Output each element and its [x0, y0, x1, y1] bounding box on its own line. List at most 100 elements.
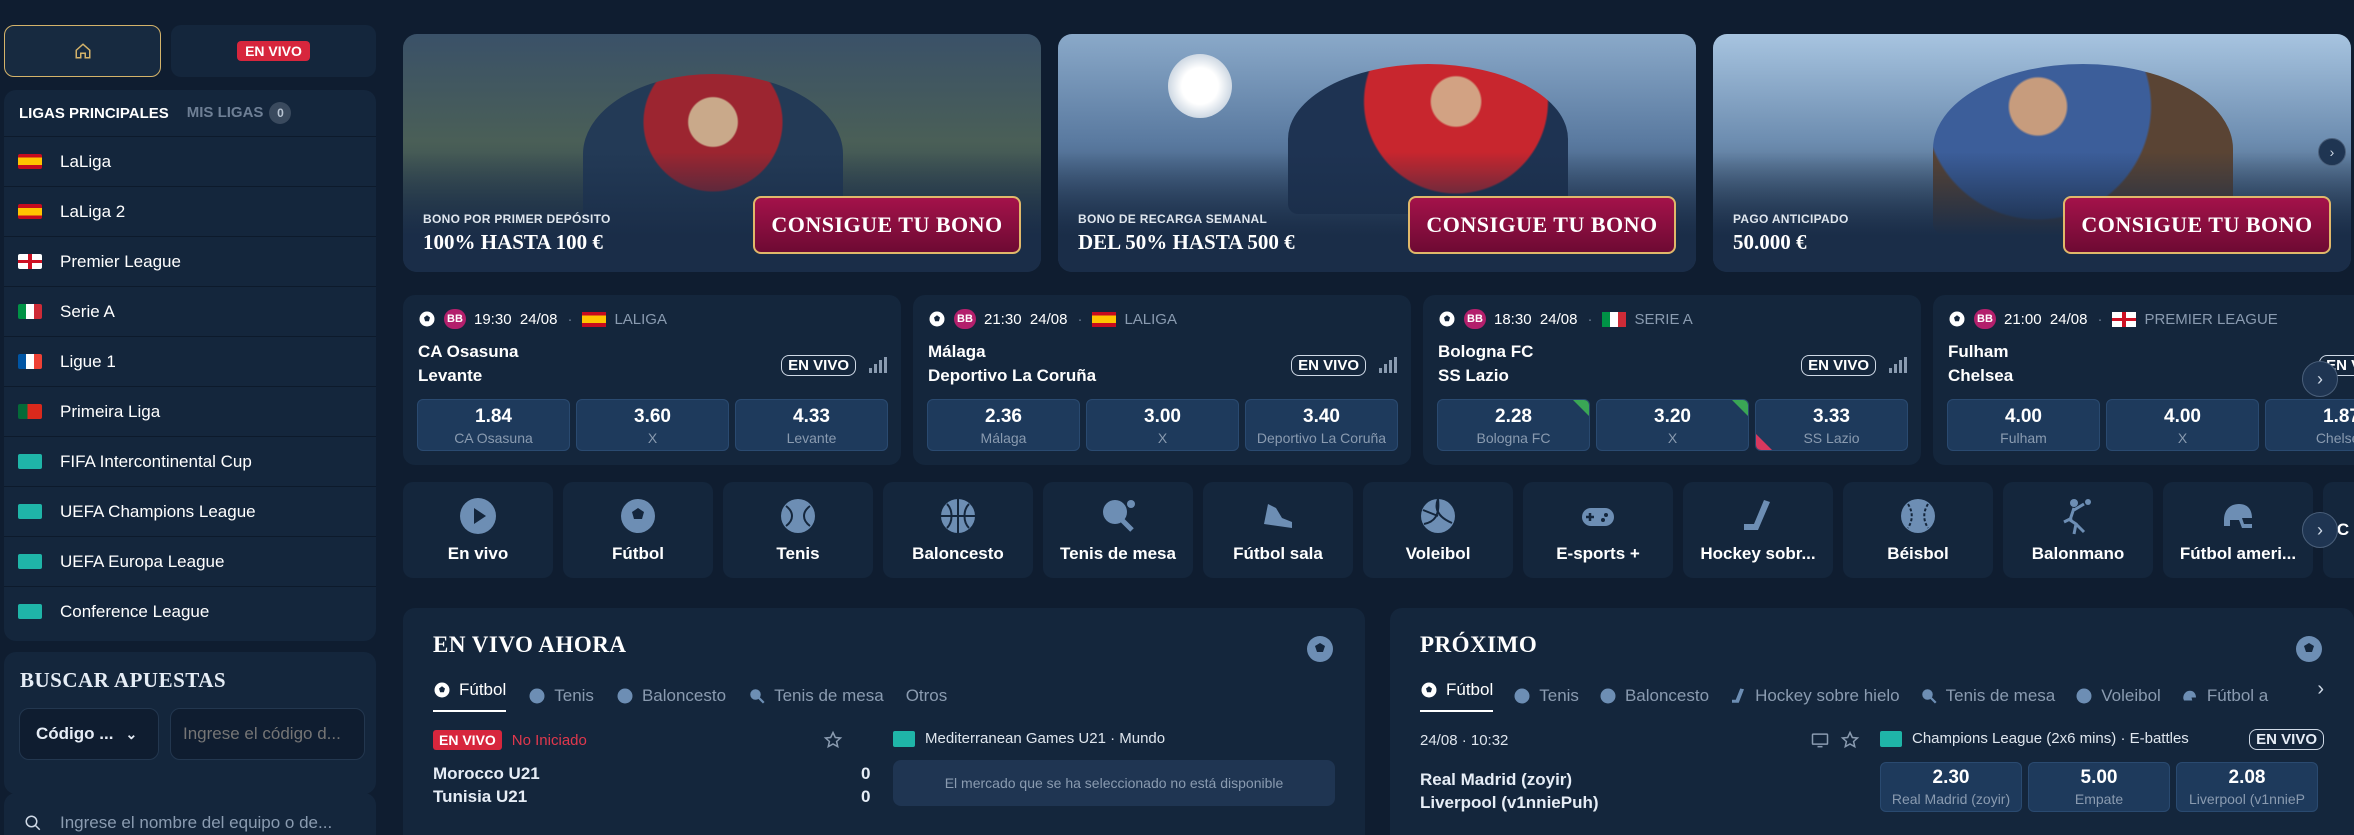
claim-bonus-button[interactable]: CONSIGUE TU BONO: [1408, 196, 1676, 254]
odds-button-home[interactable]: 2.30 Real Madrid (zoyir): [1880, 762, 2022, 812]
tab-others[interactable]: Otros: [906, 680, 948, 712]
sport-basketball[interactable]: Baloncesto: [883, 482, 1033, 578]
away-team: Deportivo La Coruña: [928, 366, 1097, 385]
soccer-ball-icon: [1949, 311, 1965, 327]
sport-baseball[interactable]: Béisbol: [1843, 482, 1993, 578]
upcoming-title: PRÓXIMO: [1420, 632, 1538, 657]
league-item[interactable]: Premier League: [4, 236, 376, 286]
match-card[interactable]: BB 18:30 24/08 · SERIE A Bologna FC SS La…: [1423, 295, 1921, 465]
stats-icon[interactable]: [869, 357, 887, 373]
tab-my-leagues[interactable]: MIS LIGAS 0: [187, 102, 292, 124]
league-item[interactable]: Primeira Liga: [4, 386, 376, 436]
tab-ice-hockey[interactable]: Hockey sobre hielo: [1729, 680, 1900, 712]
sport-live[interactable]: En vivo: [403, 482, 553, 578]
matches-next-button[interactable]: ›: [2302, 361, 2338, 397]
tab-table-tennis[interactable]: Tenis de mesa: [1920, 680, 2055, 712]
sports-next-button[interactable]: ›: [2302, 512, 2338, 548]
live-button[interactable]: EN VIVO: [171, 25, 376, 77]
odds-button-draw[interactable]: 3.20 X: [1596, 399, 1749, 451]
odds-up-indicator: [1732, 400, 1748, 416]
tab-american-football[interactable]: Fútbol a: [2181, 680, 2268, 712]
sport-futsal[interactable]: Fútbol sala: [1203, 482, 1353, 578]
tab-label: Tenis: [554, 686, 594, 705]
league-item[interactable]: LaLiga: [4, 136, 376, 186]
match-card[interactable]: BB 21:00 24/08 · PREMIER LEAGUE Fulham Ch…: [1933, 295, 2354, 465]
home-button[interactable]: [4, 25, 161, 77]
star-icon[interactable]: [1840, 730, 1860, 750]
odds-value: 2.30: [1932, 767, 1970, 788]
sport-american-football[interactable]: Fútbol ameri...: [2163, 482, 2313, 578]
sport-table-tennis[interactable]: Tenis de mesa: [1043, 482, 1193, 578]
stats-icon[interactable]: [1889, 357, 1907, 373]
sport-handball[interactable]: Balonmano: [2003, 482, 2153, 578]
soccer-ball-icon: [434, 682, 450, 698]
tab-table-tennis[interactable]: Tenis de mesa: [748, 680, 884, 712]
chevron-right-icon: ›: [2317, 368, 2323, 389]
sport-label: Fútbol ameri...: [2179, 544, 2297, 563]
odds-value: 4.33: [793, 406, 830, 427]
tab-main-leagues[interactable]: LIGAS PRINCIPALES: [19, 105, 169, 122]
league-label: UEFA Champions League: [60, 501, 256, 521]
match-card[interactable]: BB 21:30 24/08 · LALIGA Málaga Deportivo …: [913, 295, 1411, 465]
odds-button-draw[interactable]: 4.00 X: [2106, 399, 2259, 451]
odds-button-draw[interactable]: 5.00 Empate: [2028, 762, 2170, 812]
league-item[interactable]: LaLiga 2: [4, 186, 376, 236]
odds-button-away[interactable]: 2.08 Liverpool (v1nnieP: [2176, 762, 2318, 812]
tabs-next-icon[interactable]: ›: [2317, 678, 2324, 701]
league-name: SERIE A: [1634, 310, 1693, 328]
globe-icon: [18, 504, 42, 519]
odds-button-away[interactable]: 4.33 Levante: [735, 399, 888, 451]
tv-icon[interactable]: [1810, 730, 1830, 750]
sport-football[interactable]: Fútbol: [563, 482, 713, 578]
table-tennis-icon: [1921, 689, 1937, 704]
odds-button-draw[interactable]: 3.00 X: [1086, 399, 1239, 451]
odds-button-draw[interactable]: 3.60 X: [576, 399, 729, 451]
tab-volleyball[interactable]: Voleibol: [2075, 680, 2161, 712]
claim-bonus-button[interactable]: CONSIGUE TU BONO: [753, 196, 1021, 254]
tab-football[interactable]: Fútbol: [433, 680, 507, 712]
league-label: Primeira Liga: [60, 401, 161, 421]
league-item[interactable]: FIFA Intercontinental Cup: [4, 436, 376, 486]
star-icon[interactable]: [823, 730, 843, 750]
promo-banner-early-payout[interactable]: PAGO ANTICIPADO 50.000 € CONSIGUE TU BON…: [1713, 34, 2351, 272]
tab-basketball[interactable]: Baloncesto: [616, 680, 726, 712]
code-type-select[interactable]: Código ... ⌄: [19, 708, 159, 760]
upcoming-panel: PRÓXIMO Fútbol Tenis Baloncesto Hockey s…: [1390, 608, 2354, 835]
odds-button-away[interactable]: 1.87 Chelsea: [2265, 399, 2354, 451]
league-item[interactable]: UEFA Champions League: [4, 486, 376, 536]
league-item[interactable]: UEFA Europa League: [4, 536, 376, 586]
odds-button-away[interactable]: 3.33 SS Lazio: [1755, 399, 1908, 451]
soccer-ball-icon: [621, 499, 655, 533]
sport-volleyball[interactable]: Voleibol: [1363, 482, 1513, 578]
banner-title: 50.000 €: [1733, 230, 1807, 254]
live-badge: EN VIVO: [1801, 355, 1876, 376]
league-label: FIFA Intercontinental Cup: [60, 451, 252, 471]
odds-button-home[interactable]: 1.84 CA Osasuna: [417, 399, 570, 451]
odds-button-home[interactable]: 4.00 Fulham: [1947, 399, 2100, 451]
odds-label: X: [647, 430, 658, 446]
bet-builder-badge: BB: [1464, 309, 1486, 329]
stats-icon[interactable]: [1379, 357, 1397, 373]
tab-football[interactable]: Fútbol: [1420, 680, 1494, 712]
bet-code-input[interactable]: [170, 708, 365, 760]
league-item[interactable]: Conference League: [4, 586, 376, 636]
league-item[interactable]: Ligue 1: [4, 336, 376, 386]
claim-bonus-button[interactable]: CONSIGUE TU BONO: [2063, 196, 2331, 254]
match-card[interactable]: BB 19:30 24/08 · LALIGA CA Osasuna Levant…: [403, 295, 901, 465]
team-search-bar[interactable]: Ingrese el nombre del equipo o de...: [4, 793, 376, 835]
code-type-value: Código ...: [36, 724, 114, 743]
odds-button-home[interactable]: 2.28 Bologna FC: [1437, 399, 1590, 451]
sport-ice-hockey[interactable]: Hockey sobr...: [1683, 482, 1833, 578]
promo-banner-weekly-reload[interactable]: BONO DE RECARGA SEMANAL DEL 50% HASTA 50…: [1058, 34, 1696, 272]
odds-button-home[interactable]: 2.36 Málaga: [927, 399, 1080, 451]
tab-tennis[interactable]: Tenis: [528, 680, 594, 712]
tab-tennis[interactable]: Tenis: [1513, 680, 1579, 712]
banner-next-button[interactable]: ›: [2318, 138, 2346, 166]
sport-tennis[interactable]: Tenis: [723, 482, 873, 578]
odds-button-away[interactable]: 3.40 Deportivo La Coruña: [1245, 399, 1398, 451]
promo-banner-first-deposit[interactable]: BONO POR PRIMER DEPÓSITO 100% HASTA 100 …: [403, 34, 1041, 272]
tab-basketball[interactable]: Baloncesto: [1599, 680, 1709, 712]
match-time: 19:30: [474, 310, 512, 328]
league-item[interactable]: Serie A: [4, 286, 376, 336]
sport-esports[interactable]: E-sports +: [1523, 482, 1673, 578]
